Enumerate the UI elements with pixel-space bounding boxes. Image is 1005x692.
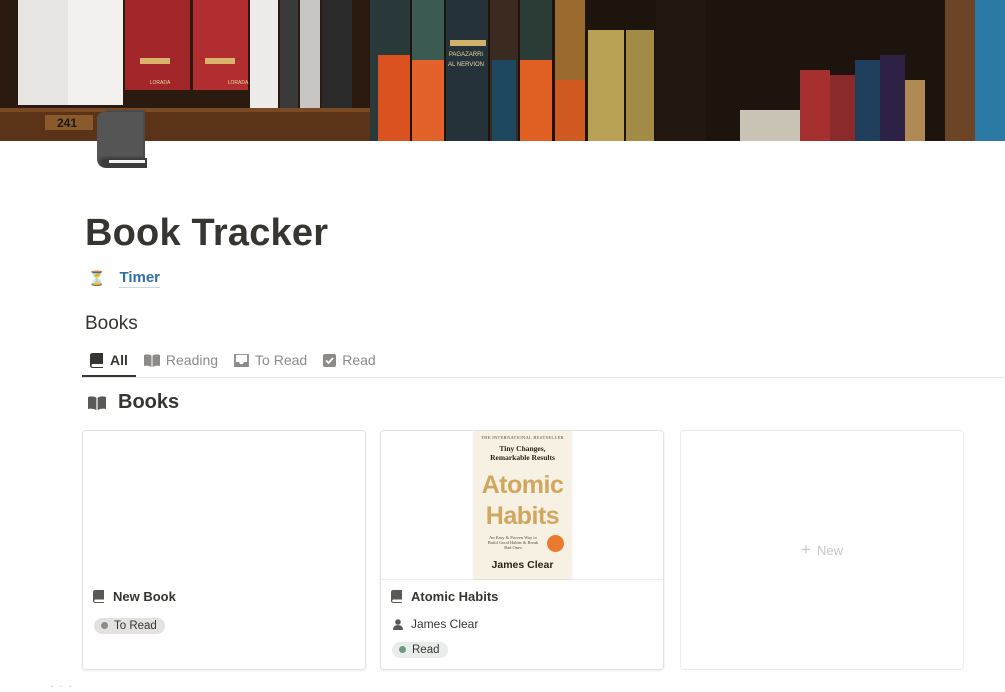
status-label: Read [412,643,440,656]
timer-link-label: Timer [119,269,161,288]
card-title: Atomic Habits [391,589,498,604]
svg-text:LORADA: LORADA [150,80,171,86]
status-dot [101,622,108,629]
tab-label: Read [342,352,376,368]
plus-icon: + [801,540,811,559]
hourglass-icon: ⏳ [88,270,106,286]
tab-read[interactable]: Read [315,344,383,376]
tab-label: All [110,352,128,368]
cover-bestseller-text: THE INTERNATIONAL BESTSELLER [481,435,564,440]
book-card[interactable]: New Book To Read [82,430,366,670]
open-book-icon [143,353,160,367]
status-label: To Read [114,619,157,632]
new-card-button[interactable]: + New [680,430,964,670]
person-icon [393,618,403,630]
cover-tagline: An Easy & Proven Way to Build Good Habit… [487,535,539,550]
cover-title: Atomic Habits [474,470,571,532]
database-title[interactable]: Books [85,313,138,335]
status-pill: To Read [94,617,165,634]
tab-all[interactable]: All [82,344,136,377]
status-dot [399,646,406,653]
status-pill: Read [392,641,448,658]
author-property: James Clear [393,617,478,631]
new-card-label: New [816,542,843,558]
tab-to-read[interactable]: To Read [226,344,315,376]
card-title: New Book [93,589,176,604]
checkbox-icon [323,353,337,367]
book-card[interactable]: THE INTERNATIONAL BESTSELLER Tiny Change… [380,430,664,670]
book-icon [90,352,103,368]
cover-author: James Clear [491,559,554,571]
inbox-icon [234,353,249,367]
timer-link[interactable]: ⏳ Timer [88,269,161,288]
view-title[interactable]: Books [118,391,179,414]
cover-subtitle-line: Tiny Changes, [499,444,546,453]
author-name: James Clear [411,617,479,631]
book-icon [93,590,104,603]
svg-text:241: 241 [57,116,77,130]
svg-text:AL NERVION: AL NERVION [448,62,484,68]
book-icon [97,110,147,168]
svg-text:PAGAZARRI: PAGAZARRI [449,52,484,58]
page-icon[interactable] [95,110,151,168]
tab-reading[interactable]: Reading [136,344,226,376]
cover-title-line: Atomic [481,471,564,499]
status-badge: To Read [94,616,165,634]
card-cover: THE INTERNATIONAL BESTSELLER Tiny Change… [381,431,663,580]
view-header: Books [88,391,179,414]
page-title[interactable]: Book Tracker [85,212,328,255]
svg-text:LORADA: LORADA [228,80,249,86]
cover-subtitle-line: Remarkable Results [490,453,555,462]
tab-label: Reading [165,352,219,368]
status-badge: Read [392,640,448,658]
view-tabs: All Reading To Read Read [82,344,384,377]
cover-subtitle: Tiny Changes, Remarkable Results [474,444,571,462]
tab-label: To Read [255,352,308,368]
card-cover-empty [83,431,365,579]
cover-badge [547,535,564,552]
tabs-divider [82,377,1005,378]
open-book-icon [88,395,106,410]
card-title-text: New Book [113,589,176,604]
book-icon [391,590,402,603]
cover-title-line: Habits [485,502,560,530]
book-cover-image: THE INTERNATIONAL BESTSELLER Tiny Change… [474,431,571,579]
card-title-text: Atomic Habits [411,589,499,604]
